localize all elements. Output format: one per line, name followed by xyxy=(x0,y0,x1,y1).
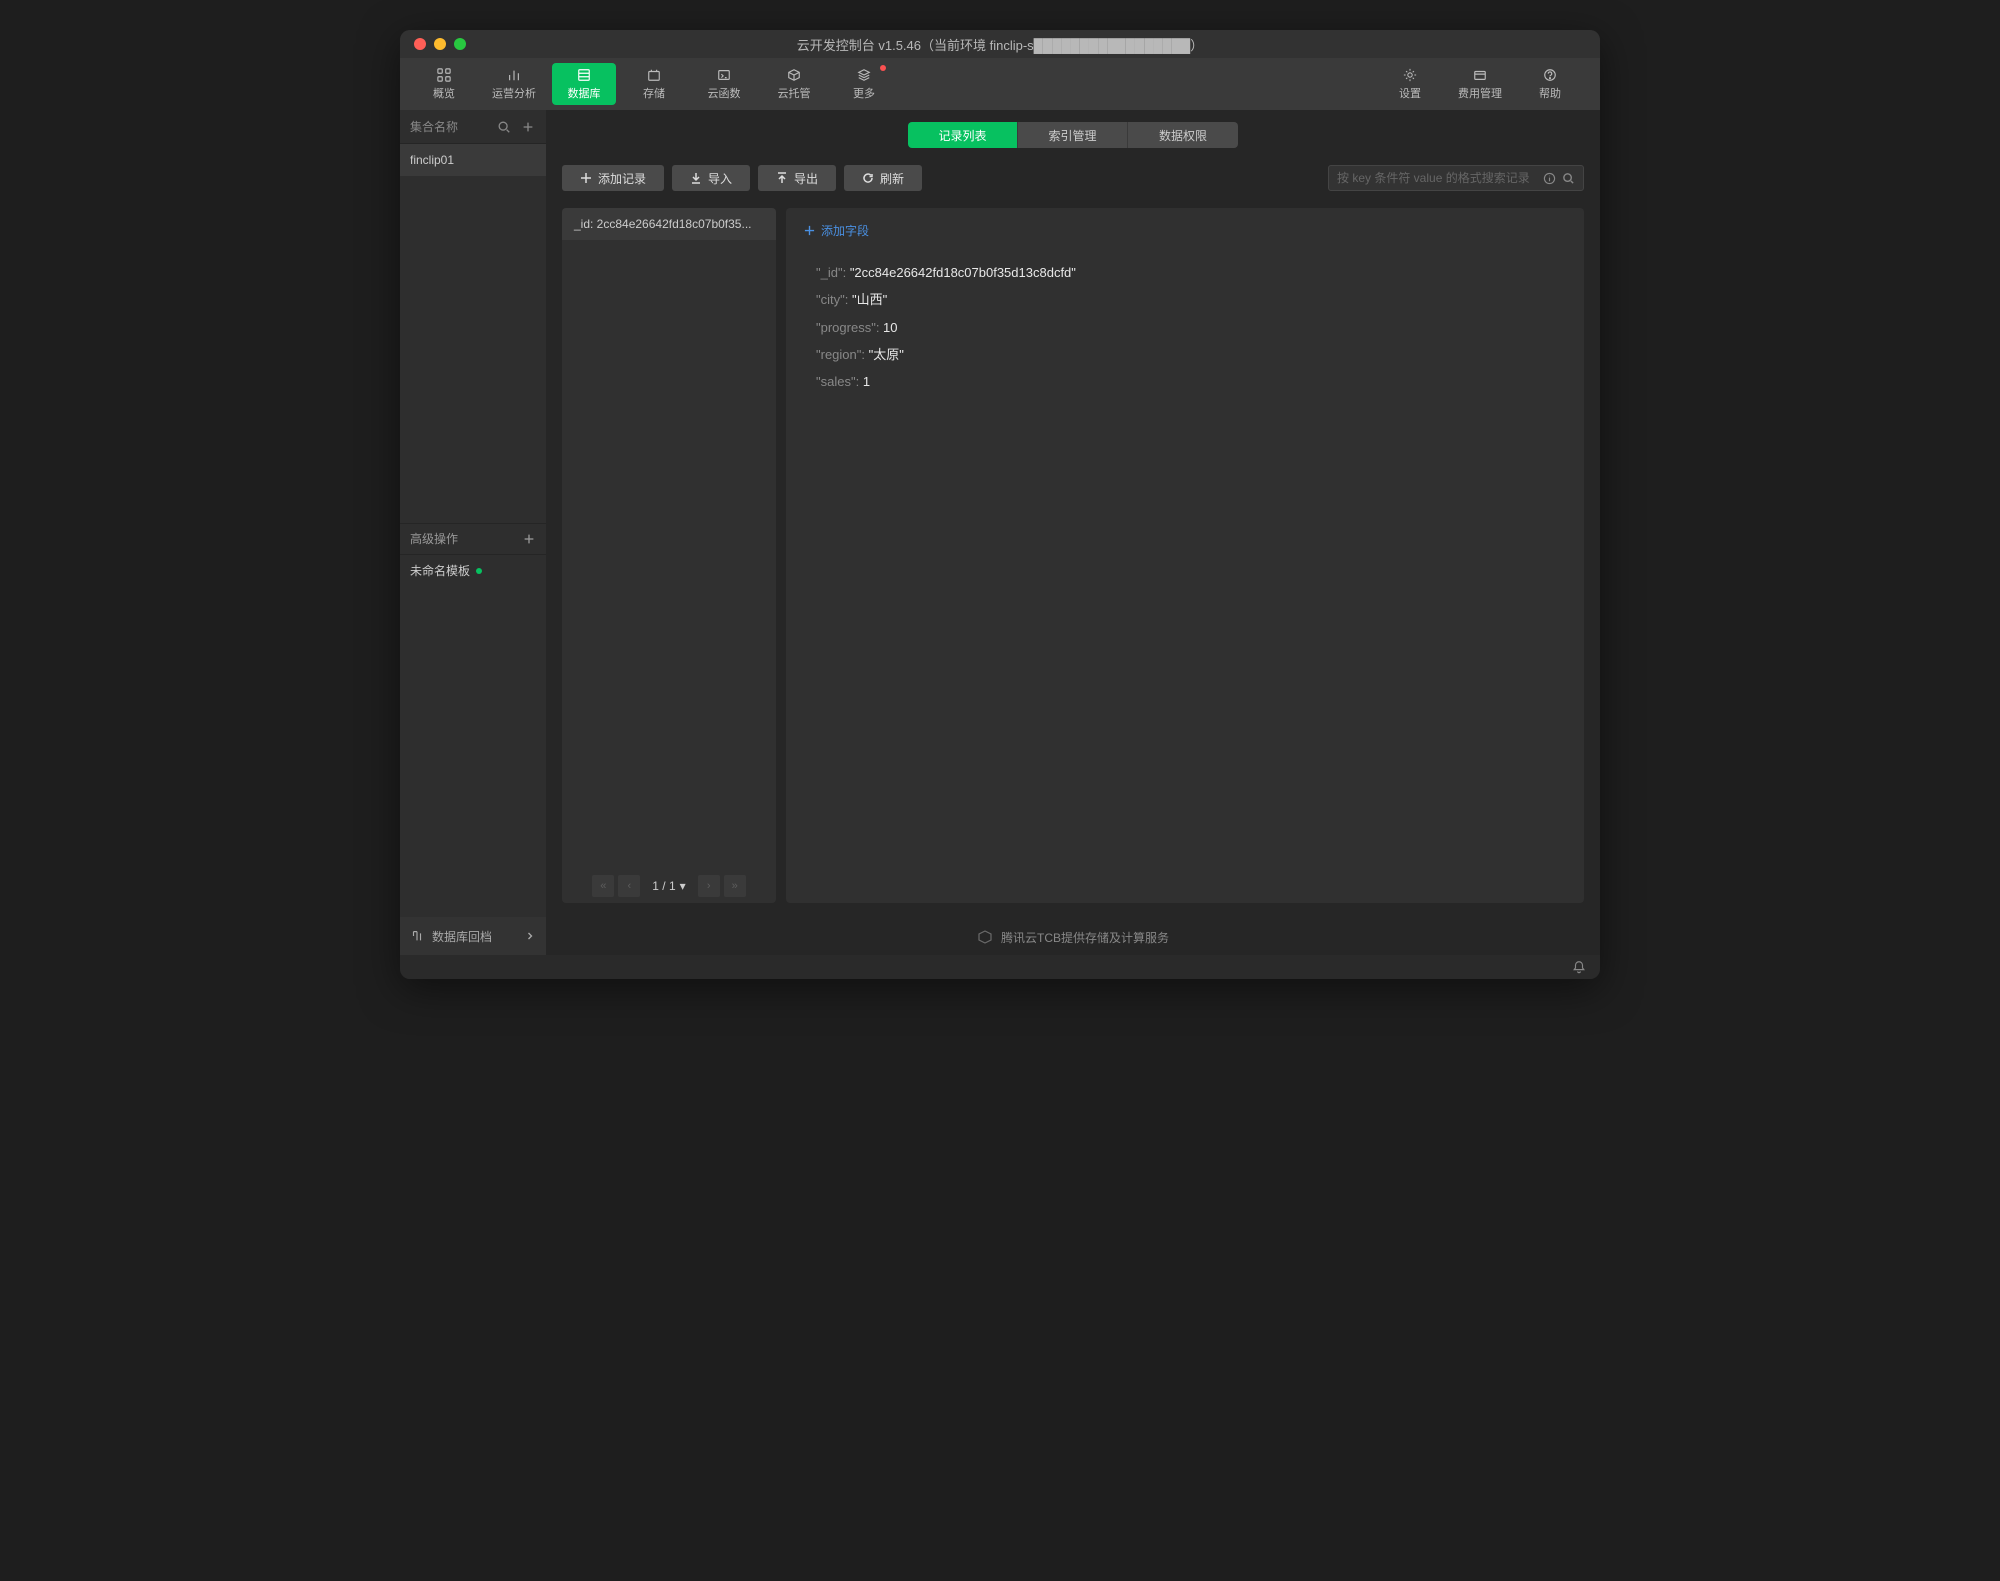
tab-overview[interactable]: 概览 xyxy=(412,63,476,105)
page-info[interactable]: 1 / 1 ▾ xyxy=(644,879,693,893)
pagination: « ‹ 1 / 1 ▾ › » xyxy=(562,869,776,903)
tab-records[interactable]: 记录列表 xyxy=(908,122,1018,148)
add-field-button[interactable]: 添加字段 xyxy=(804,222,1566,239)
chevron-right-icon xyxy=(524,930,536,942)
import-button[interactable]: 导入 xyxy=(672,165,750,191)
tab-storage[interactable]: 存储 xyxy=(622,63,686,105)
maximize-window-button[interactable] xyxy=(454,38,466,50)
info-icon[interactable] xyxy=(1543,172,1556,185)
plus-icon[interactable] xyxy=(520,119,536,135)
billing-icon xyxy=(1471,68,1489,82)
search-icon[interactable] xyxy=(1562,172,1575,185)
sidebar: 集合名称 finclip01 高级操作 未命名模板 数据库回档 xyxy=(400,110,546,955)
tab-analytics[interactable]: 运营分析 xyxy=(482,63,546,105)
segment-control: 记录列表 索引管理 数据权限 xyxy=(908,122,1238,148)
window-title: 云开发控制台 v1.5.46（当前环境 finclip-s███████████… xyxy=(400,35,1600,54)
json-field[interactable]: "_id": "2cc84e26642fd18c07b0f35d13c8dcfd… xyxy=(816,259,1566,286)
export-button[interactable]: 导出 xyxy=(758,165,836,191)
tab-more[interactable]: 更多 xyxy=(832,63,896,105)
gear-icon xyxy=(1401,68,1419,82)
refresh-icon xyxy=(862,172,874,184)
tab-settings[interactable]: 设置 xyxy=(1378,63,1442,105)
search-input[interactable] xyxy=(1337,171,1537,185)
tab-help[interactable]: 帮助 xyxy=(1518,63,1582,105)
refresh-button[interactable]: 刷新 xyxy=(844,165,922,191)
rollback-icon xyxy=(410,929,424,943)
advanced-section-header: 高级操作 xyxy=(400,523,546,555)
functions-icon xyxy=(715,68,733,82)
tab-hosting[interactable]: 云托管 xyxy=(762,63,826,105)
collections-header: 集合名称 xyxy=(400,110,546,144)
json-viewer: "_id": "2cc84e26642fd18c07b0f35d13c8dcfd… xyxy=(804,259,1566,395)
download-icon xyxy=(690,172,702,184)
json-field[interactable]: "sales": 1 xyxy=(816,368,1566,395)
plus-icon[interactable] xyxy=(522,532,536,546)
tab-permissions[interactable]: 数据权限 xyxy=(1128,122,1238,148)
page-next-button[interactable]: › xyxy=(698,875,720,897)
chart-icon xyxy=(505,68,523,82)
storage-icon xyxy=(645,68,663,82)
database-icon xyxy=(575,68,593,82)
layers-icon xyxy=(855,68,873,82)
action-bar: 添加记录 导入 导出 刷新 xyxy=(546,160,1600,196)
record-list-item[interactable]: _id: 2cc84e26642fd18c07b0f35... xyxy=(562,208,776,240)
collection-item[interactable]: finclip01 xyxy=(400,144,546,176)
page-last-button[interactable]: » xyxy=(724,875,746,897)
status-bar xyxy=(400,955,1600,979)
app-window: 云开发控制台 v1.5.46（当前环境 finclip-s███████████… xyxy=(400,30,1600,979)
record-list-pane: _id: 2cc84e26642fd18c07b0f35... « ‹ 1 / … xyxy=(562,208,776,903)
minimize-window-button[interactable] xyxy=(434,38,446,50)
upload-icon xyxy=(776,172,788,184)
hosting-icon xyxy=(785,68,803,82)
add-record-button[interactable]: 添加记录 xyxy=(562,165,664,191)
footer: 腾讯云TCB提供存储及计算服务 xyxy=(546,919,1600,955)
dropdown-icon: ▾ xyxy=(680,879,686,893)
close-window-button[interactable] xyxy=(414,38,426,50)
main-toolbar: 概览 运营分析 数据库 存储 云函数 云托管 更多 设 xyxy=(400,58,1600,110)
db-rollback-button[interactable]: 数据库回档 xyxy=(400,917,546,955)
traffic-lights xyxy=(400,38,466,50)
titlebar: 云开发控制台 v1.5.46（当前环境 finclip-s███████████… xyxy=(400,30,1600,58)
grid-icon xyxy=(435,68,453,82)
json-field[interactable]: "city": "山西" xyxy=(816,286,1566,313)
tab-functions[interactable]: 云函数 xyxy=(692,63,756,105)
status-dot-icon xyxy=(476,568,482,574)
page-prev-button[interactable]: ‹ xyxy=(618,875,640,897)
help-icon xyxy=(1541,68,1559,82)
plus-icon xyxy=(580,172,592,184)
notification-dot xyxy=(880,65,886,71)
tab-indexes[interactable]: 索引管理 xyxy=(1018,122,1128,148)
json-field[interactable]: "region": "太原" xyxy=(816,341,1566,368)
cloud-logo-icon xyxy=(977,929,993,945)
plus-icon xyxy=(804,225,815,236)
search-box[interactable] xyxy=(1328,165,1584,191)
page-first-button[interactable]: « xyxy=(592,875,614,897)
main-content: 记录列表 索引管理 数据权限 添加记录 导入 导出 xyxy=(546,110,1600,955)
record-detail-pane: 添加字段 "_id": "2cc84e26642fd18c07b0f35d13c… xyxy=(786,208,1584,903)
tab-database[interactable]: 数据库 xyxy=(552,63,616,105)
template-item[interactable]: 未命名模板 xyxy=(400,555,546,587)
json-field[interactable]: "progress": 10 xyxy=(816,314,1566,341)
search-icon[interactable] xyxy=(496,119,512,135)
tab-billing[interactable]: 费用管理 xyxy=(1448,63,1512,105)
bell-icon[interactable] xyxy=(1572,960,1586,974)
